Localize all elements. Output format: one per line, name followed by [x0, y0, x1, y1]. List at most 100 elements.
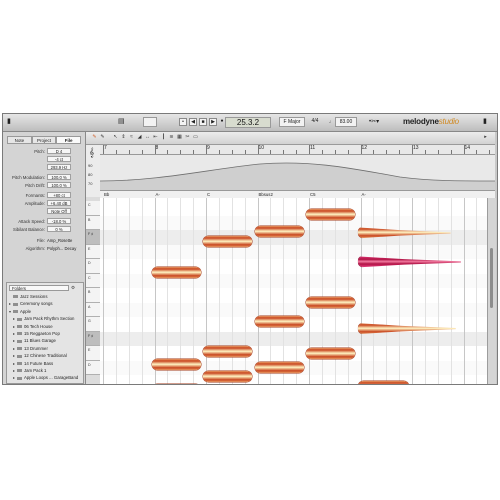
note-blob[interactable] [203, 370, 253, 382]
piano-key[interactable]: G [86, 317, 100, 332]
tempo-curve [100, 162, 495, 190]
piano-key[interactable]: E [86, 244, 100, 259]
key-signature: 𝄞 90 80 70 [86, 145, 101, 197]
tempo-field[interactable]: 83.00 [335, 117, 357, 127]
tools-menu-icon[interactable]: •✂▾ [369, 118, 379, 125]
piano-key[interactable]: D [86, 360, 100, 375]
note-blob[interactable] [152, 384, 201, 385]
rewind-button[interactable]: ◀ [189, 118, 197, 126]
piano-key[interactable]: C [86, 273, 100, 288]
pitch-drift-field[interactable]: 100.0 % [47, 182, 71, 188]
param-pitch-modulation: Pitch Modulation: 100.0 % [3, 174, 81, 181]
piano-key[interactable]: E [86, 346, 100, 361]
pitch-modulation-field[interactable]: 100.0 % [47, 174, 71, 180]
folder-label: Apple Loops ... GarageBand [24, 375, 79, 381]
piano-key[interactable]: A [86, 302, 100, 317]
meter-box[interactable] [143, 117, 157, 127]
file-label: File: [36, 238, 45, 243]
formants-field[interactable]: +80 ct [47, 192, 71, 198]
settings-icon[interactable]: ▮ [483, 117, 487, 125]
position-display[interactable]: 25.3.2 [225, 117, 271, 128]
time-ruler[interactable]: 7 8 9 10 11 12 13 14 [100, 145, 495, 155]
note-blob[interactable] [151, 359, 201, 371]
tab-note[interactable]: Note [7, 136, 32, 144]
pointer-tool-icon[interactable]: ↖ [112, 134, 119, 141]
piano-key[interactable]: F ♯ [86, 230, 100, 245]
loop-button[interactable]: • [179, 118, 187, 126]
note-blob[interactable] [254, 225, 304, 237]
note-blob[interactable] [203, 346, 253, 358]
note-blob[interactable] [306, 347, 356, 359]
pitch-cents-field[interactable]: -4 ct [47, 156, 71, 162]
attack-speed-field[interactable]: -18.0 % [47, 218, 71, 224]
param-label: Sibilant Balance: [12, 227, 45, 232]
grid-tool-icon[interactable]: ▦ [176, 134, 183, 141]
key-selector[interactable]: F Major [279, 117, 305, 127]
tempo-lane[interactable] [100, 155, 495, 191]
browser-options-icon[interactable]: ⚙ [71, 285, 75, 291]
play-button[interactable]: ▶ [209, 118, 217, 126]
chord-label[interactable]: A- [362, 191, 366, 198]
formant-tool-icon[interactable]: ≈ [128, 134, 135, 141]
note-editor: ✎ ✎ ↖ ⇕ ≈ ◢ ↔ ⇤ ┃ ≋ ▦ ✂ ▭ ▸ 𝄞 90 80 70 7… [86, 132, 496, 385]
pitch-lane [100, 244, 487, 259]
chord-label[interactable]: Bbsus2 [259, 191, 273, 198]
grid-line [167, 198, 169, 384]
ruler-tick [270, 150, 272, 154]
tab-project[interactable]: Project [31, 136, 57, 144]
scrollbar-thumb[interactable] [490, 248, 493, 308]
note-blob[interactable] [151, 266, 201, 278]
attack-tool-icon[interactable]: ⇤ [152, 134, 159, 141]
piano-key[interactable]: B [86, 215, 100, 230]
chord-label[interactable]: C5 [310, 191, 316, 198]
zoom-icon[interactable]: ▸ [482, 134, 489, 141]
stop-button[interactable]: ■ [199, 118, 207, 126]
time-signature[interactable]: 4/4 [309, 117, 321, 127]
piano-keyboard[interactable]: CBF ♯ E D C B A G F ♯ E D [86, 198, 100, 384]
amplitude-tool-icon[interactable]: ◢ [136, 134, 143, 141]
browser-folder-item[interactable]: Jazz Sessions [9, 293, 47, 300]
amplitude-field[interactable]: +6.40 dB [47, 200, 71, 206]
grid-line [103, 198, 104, 384]
browser-folder-item[interactable]: ▸ Apple Loops ... GarageBand [13, 374, 78, 382]
piano-key[interactable]: D [86, 259, 100, 274]
note-blob[interactable] [357, 381, 410, 384]
note-blob[interactable] [254, 315, 304, 327]
ruler-tick [103, 145, 104, 154]
ruler-tick [257, 145, 259, 154]
piano-key[interactable]: C [86, 201, 100, 216]
note-blob[interactable] [254, 362, 304, 374]
correction-tool-icon[interactable]: ▭ [192, 134, 199, 141]
pitch-modulation-tool-icon[interactable]: ⇕ [120, 134, 127, 141]
layout-icon[interactable]: ▤ [118, 117, 125, 125]
sibilant-balance-field[interactable]: 0 % [47, 226, 71, 232]
note-blob[interactable] [203, 236, 253, 248]
time-tool-icon[interactable]: ↔ [144, 134, 151, 141]
folder-label: 12 Chinese Traditional [24, 353, 67, 359]
ruler-bar-number: 13 [413, 145, 419, 151]
note-blob[interactable] [306, 297, 356, 308]
note-off-button[interactable]: Note Off [47, 208, 71, 214]
chord-label[interactable]: C [207, 191, 210, 198]
note-grid[interactable] [100, 198, 491, 385]
separation-tool-icon[interactable]: ┃ [160, 134, 167, 141]
tab-file[interactable]: File [56, 136, 82, 144]
frequency-field[interactable]: 293.9 Hz [47, 164, 71, 170]
piano-key[interactable]: F ♯ [86, 331, 100, 346]
chord-label[interactable]: A- [156, 191, 160, 198]
algorithm-value[interactable]: Polyph... Decay [47, 245, 76, 252]
folder-label: 13 Drummer [24, 345, 48, 351]
macro-tool-icon[interactable]: ✂ [184, 134, 191, 141]
chord-label[interactable]: Bb [104, 191, 109, 198]
inspector-tabs: Note Project File [7, 136, 82, 144]
piano-key[interactable]: B [86, 288, 100, 303]
param-label: Pitch: [34, 149, 45, 154]
vertical-scrollbar[interactable] [487, 198, 496, 384]
folders-selector[interactable]: Folders [9, 285, 69, 291]
pitch-tool-icon[interactable]: ✎ [99, 134, 106, 141]
note-blob[interactable] [306, 208, 356, 220]
sibilant-tool-icon[interactable]: ≋ [168, 134, 175, 141]
main-tool-icon[interactable]: ✎ [91, 134, 98, 141]
menu-icon[interactable]: ▮ [7, 117, 11, 125]
pitch-field[interactable]: D 4 [47, 148, 71, 154]
